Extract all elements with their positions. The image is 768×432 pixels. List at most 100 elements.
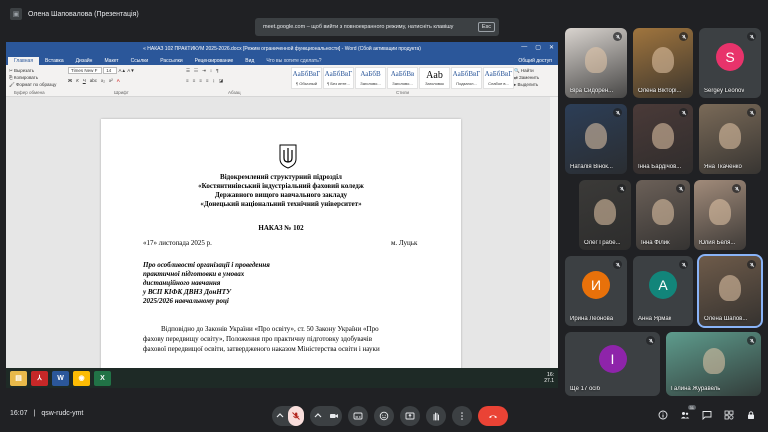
participant-tile[interactable]: Віра Сидорен...: [565, 28, 627, 98]
style-normal[interactable]: АаБбВвГ ¶ Обычный: [291, 67, 322, 89]
participant-video: [585, 123, 607, 150]
participant-tile[interactable]: Інна Філик: [636, 180, 690, 250]
participant-tile[interactable]: А Анна Ярмак: [633, 256, 693, 326]
camera-icon[interactable]: [326, 406, 342, 426]
participant-tile[interactable]: Юлия Беля...: [694, 180, 746, 250]
acrobat-icon[interactable]: ⅄: [31, 370, 48, 386]
participant-tile[interactable]: И Ирина Леонова: [565, 256, 627, 326]
bold-button[interactable]: Ж: [68, 78, 72, 83]
host-controls-button[interactable]: [744, 408, 758, 422]
style-no-spacing[interactable]: АаБбВвГ ¶ Без инте...: [323, 67, 354, 89]
tab-mailings[interactable]: Рассылки: [154, 57, 188, 65]
editing-group: 🔍 Найти ⇄ Заменить ▸ Выделить: [514, 67, 539, 88]
format-painter-button[interactable]: 🖌 Формат по образцу: [9, 81, 56, 88]
shrink-font-icon[interactable]: A▼: [127, 68, 134, 73]
mic-off-icon: [613, 108, 622, 117]
style-heading-1[interactable]: АаБбВ Заголово...: [355, 67, 386, 89]
align-right-icon[interactable]: ≡: [199, 78, 202, 83]
paragraph-group: ☰ ☷ ⇥ ↕ ¶ ≡ ≡ ≡ ≡ ↨ ◪: [186, 67, 223, 84]
underline-button[interactable]: Ч: [83, 78, 86, 83]
style-subtle-emphasis[interactable]: АаБбВвГ Слабое в...: [483, 67, 514, 89]
captions-button[interactable]: [348, 406, 368, 426]
pilcrow-icon[interactable]: ¶: [216, 68, 218, 73]
copy-button[interactable]: ⎘ Копировать: [9, 74, 56, 81]
numbering-icon[interactable]: ☷: [194, 68, 198, 74]
participant-video: [709, 199, 731, 226]
participant-name: Юлия Беля...: [699, 240, 736, 246]
style-heading-2[interactable]: АаБбВв Заголово...: [387, 67, 418, 89]
leave-call-button[interactable]: [478, 406, 508, 426]
participant-video: [652, 123, 674, 150]
font-size-select[interactable]: 14: [103, 67, 118, 74]
tab-view[interactable]: Вид: [239, 57, 260, 65]
word-icon[interactable]: W: [52, 370, 69, 386]
justify-icon[interactable]: ≡: [206, 78, 209, 83]
indent-icon[interactable]: ⇥: [202, 68, 206, 74]
mic-off-icon[interactable]: [288, 406, 304, 426]
people-button[interactable]: 31: [678, 405, 696, 422]
close-icon[interactable]: ✕: [549, 44, 554, 51]
chat-button[interactable]: [700, 408, 714, 422]
chrome-icon[interactable]: ◉: [73, 370, 90, 386]
select-button[interactable]: ▸ Выделить: [514, 81, 539, 88]
superscript-button[interactable]: x²: [109, 78, 113, 83]
tab-layout[interactable]: Макет: [98, 57, 124, 65]
share-button[interactable]: Общий доступ: [512, 57, 558, 65]
participant-tile[interactable]: Олена Шапов...: [697, 254, 763, 328]
align-center-icon[interactable]: ≡: [193, 78, 196, 83]
vertical-scrollbar[interactable]: [550, 97, 558, 379]
tab-review[interactable]: Рецензирование: [189, 57, 240, 65]
more-options-button[interactable]: [452, 406, 472, 426]
italic-button[interactable]: К: [76, 78, 79, 83]
grow-font-icon[interactable]: A▲: [119, 68, 126, 73]
tab-home[interactable]: Главная: [8, 57, 40, 65]
participant-tile[interactable]: Наталія Вінок...: [565, 104, 627, 174]
present-button[interactable]: [400, 406, 420, 426]
subject-line: у ВСП КІФК ДВНЗ ДонНТУ: [143, 288, 231, 296]
replace-button[interactable]: ⇄ Заменить: [514, 74, 539, 81]
excel-icon[interactable]: X: [94, 370, 111, 386]
participant-tile[interactable]: Галина Журавель: [666, 332, 761, 396]
shading-icon[interactable]: ◪: [219, 78, 223, 84]
minimize-icon[interactable]: —: [521, 44, 527, 51]
participant-tile[interactable]: S Sergey Leonov: [699, 28, 761, 98]
clipboard-group: ✂ Вырезать ⎘ Копировать 🖌 Формат по обра…: [9, 67, 56, 88]
line-spacing-icon[interactable]: ↨: [213, 78, 215, 83]
font-color-button[interactable]: A: [117, 78, 120, 83]
tab-insert[interactable]: Вставка: [39, 57, 70, 65]
subscript-button[interactable]: x₂: [101, 78, 105, 83]
emoji-button[interactable]: [374, 406, 394, 426]
strikethrough-button[interactable]: abc: [90, 78, 97, 83]
participant-name: Ще 17 осіб: [570, 386, 601, 392]
meeting-code: qsw-rudc-ymt: [41, 410, 84, 417]
participant-tile[interactable]: Яна Ткаченко: [699, 104, 761, 174]
mic-off-icon: [676, 184, 685, 193]
raise-hand-button[interactable]: [426, 406, 446, 426]
align-left-icon[interactable]: ≡: [186, 78, 189, 83]
mic-options-chevron-icon[interactable]: [272, 406, 288, 426]
find-button[interactable]: 🔍 Найти: [514, 67, 539, 74]
font-name-select[interactable]: Times New F: [68, 67, 102, 74]
bullets-icon[interactable]: ☰: [186, 68, 190, 74]
participant-tile[interactable]: Олег Грабе...: [579, 180, 631, 250]
participant-tile[interactable]: Інна Бардічов...: [633, 104, 693, 174]
participant-tile[interactable]: І Ще 17 осіб: [565, 332, 660, 396]
activities-button[interactable]: [722, 408, 736, 422]
cut-button[interactable]: ✂ Вырезать: [9, 67, 56, 74]
side-controls: 31: [656, 405, 758, 422]
tell-me-search[interactable]: Что вы хотите сделать?: [260, 57, 327, 65]
document-page[interactable]: Відокремлений структурний підрозділ «Кос…: [101, 119, 461, 379]
tab-design[interactable]: Дизайн: [70, 57, 99, 65]
avatar: А: [649, 271, 677, 300]
meeting-info-button[interactable]: [656, 408, 670, 422]
tab-references[interactable]: Ссылки: [125, 57, 155, 65]
camera-options-chevron-icon[interactable]: [310, 406, 326, 426]
sort-icon[interactable]: ↕: [210, 68, 212, 73]
shared-screen: « НАКАЗ 102 ПРАКТИКУМ 2025-2026.docx [Ре…: [6, 42, 558, 388]
style-subtitle[interactable]: АаБбВвГ Подзагол...: [451, 67, 482, 89]
style-title[interactable]: Aab Заголовок: [419, 67, 450, 89]
maximize-icon[interactable]: ▢: [535, 44, 541, 51]
participant-name: Наталія Вінок...: [570, 164, 613, 170]
file-explorer-icon[interactable]: ▤: [10, 370, 27, 386]
participant-tile[interactable]: Олена Вікторі...: [633, 28, 693, 98]
